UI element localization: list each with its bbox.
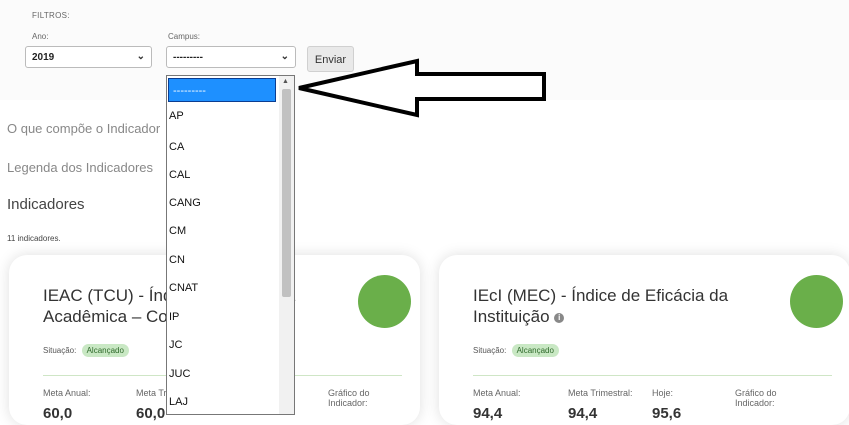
indicator-card[interactable]: IEcI (MEC) - Índice de Eficácia da Insti…	[439, 255, 849, 425]
status-badge: Alcançado	[511, 344, 559, 357]
meta-anual-label: Meta Anual:	[473, 388, 521, 398]
dropdown-option[interactable]: CN	[169, 254, 277, 266]
grafico-label[interactable]: Gráfico do Indicador:	[328, 388, 398, 408]
dropdown-option[interactable]: CANG	[169, 197, 277, 209]
annotation-arrow-icon	[298, 58, 546, 118]
indicator-count: 11 indicadores.	[7, 234, 61, 243]
situacao: Situação: Alcançado	[43, 344, 129, 357]
chevron-down-icon: ⌄	[136, 51, 145, 62]
ano-select[interactable]: 2019 ⌄	[25, 46, 152, 68]
dropdown-option[interactable]: LAJ	[169, 396, 277, 408]
grafico-label[interactable]: Gráfico do Indicador:	[735, 388, 805, 408]
campus-label: Campus:	[168, 32, 201, 41]
dropdown-scrollbar[interactable]: ▲	[279, 76, 294, 414]
scrollbar-thumb[interactable]	[282, 89, 291, 297]
filters-title: FILTROS:	[32, 11, 70, 20]
dropdown-option[interactable]: AP	[169, 110, 277, 122]
situacao: Situação: Alcançado	[473, 344, 559, 357]
campus-select[interactable]: --------- ⌄	[166, 46, 296, 68]
legenda-link[interactable]: Legenda dos Indicadores	[7, 160, 153, 175]
status-circle	[358, 275, 411, 328]
chevron-down-icon: ⌄	[280, 51, 289, 62]
dropdown-option[interactable]: JUC	[169, 368, 277, 380]
campus-select-value: ---------	[173, 52, 203, 63]
dropdown-option[interactable]: CAL	[169, 169, 277, 181]
dropdown-option[interactable]: CNAT	[169, 282, 277, 294]
meta-trimestral-label: Meta Trimestral:	[568, 388, 633, 398]
dropdown-option[interactable]: CA	[169, 141, 277, 153]
section-title: Indicadores	[7, 196, 85, 213]
composicao-link[interactable]: O que compõe o Indicador	[7, 121, 160, 136]
campus-dropdown-list[interactable]: --------- AP CA CAL CANG CM CN CNAT IP J…	[166, 75, 295, 415]
dropdown-option[interactable]: IP	[169, 311, 277, 323]
info-icon[interactable]: i	[554, 313, 565, 323]
ano-select-value: 2019	[32, 52, 55, 63]
dropdown-option-selected[interactable]: ---------	[168, 78, 276, 102]
dropdown-option[interactable]: JC	[169, 339, 277, 351]
divider	[473, 375, 832, 376]
hoje-label: Hoje:	[652, 388, 674, 398]
meta-anual-label: Meta Anual:	[43, 388, 91, 398]
status-badge: Alcançado	[81, 344, 129, 357]
scroll-up-arrow-icon[interactable]: ▲	[282, 78, 289, 85]
card-title: IEcI (MEC) - Índice de Eficácia da Insti…	[473, 286, 729, 326]
ano-label: Ano:	[32, 32, 49, 41]
dropdown-option[interactable]: CM	[169, 225, 277, 237]
status-circle	[790, 275, 843, 328]
